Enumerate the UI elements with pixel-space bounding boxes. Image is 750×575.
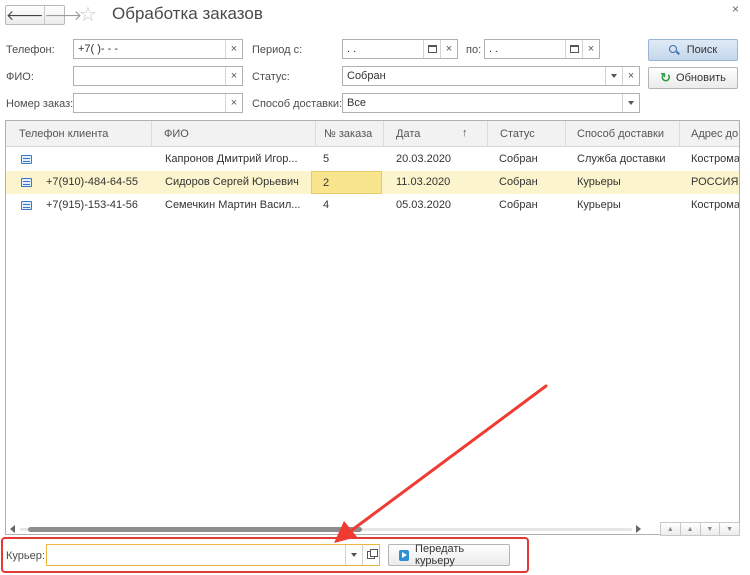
annotation-arrow-shaft	[346, 384, 548, 535]
annotation-arrow	[334, 384, 548, 543]
annotation-arrow-head	[334, 521, 357, 543]
